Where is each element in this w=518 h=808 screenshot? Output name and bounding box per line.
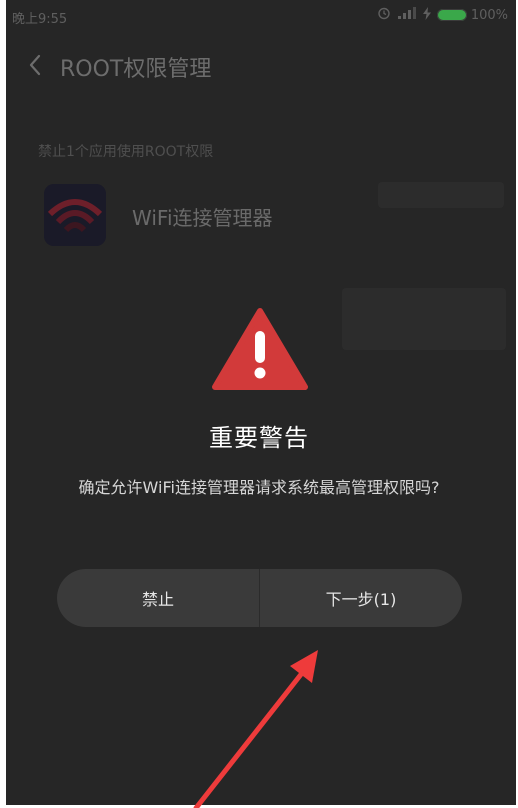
app-name: WiFi连接管理器 [132,206,273,230]
app-bar: ROOT权限管理 [6,40,516,88]
page-title: ROOT权限管理 [60,57,212,82]
alarm-icon [377,6,391,24]
chevron-left-icon[interactable] [20,50,50,80]
dialog-button-group: 禁止 下一步(1) [57,569,462,627]
next-step-button[interactable]: 下一步(1) [260,569,462,627]
section-label: 禁止1个应用使用ROOT权限 [38,144,214,160]
battery-indicator: 100% [436,7,508,23]
charging-icon [422,6,431,24]
dialog-message: 确定允许WiFi连接管理器请求系统最高管理权限吗? [78,478,440,497]
app-row-toggle-ghost [378,182,504,208]
status-icons: 100% [377,6,508,24]
status-bar: 晚上9:55 100% [6,0,516,30]
wifi-app-icon [44,184,106,246]
signal-icon [397,7,417,23]
battery-percent: 100% [470,7,508,23]
deny-button[interactable]: 禁止 [57,569,259,627]
background-shadow-block [342,288,506,350]
status-time: 晚上9:55 [12,12,68,27]
warning-triangle-icon [212,307,308,391]
battery-icon [436,9,467,21]
list-item[interactable]: WiFi连接管理器 [6,172,516,258]
phone-screen: 晚上9:55 100% ROOT权限管理 禁止1个应用使用ROOT权限 WiFi… [6,0,516,805]
dialog-title: 重要警告 [209,424,309,452]
